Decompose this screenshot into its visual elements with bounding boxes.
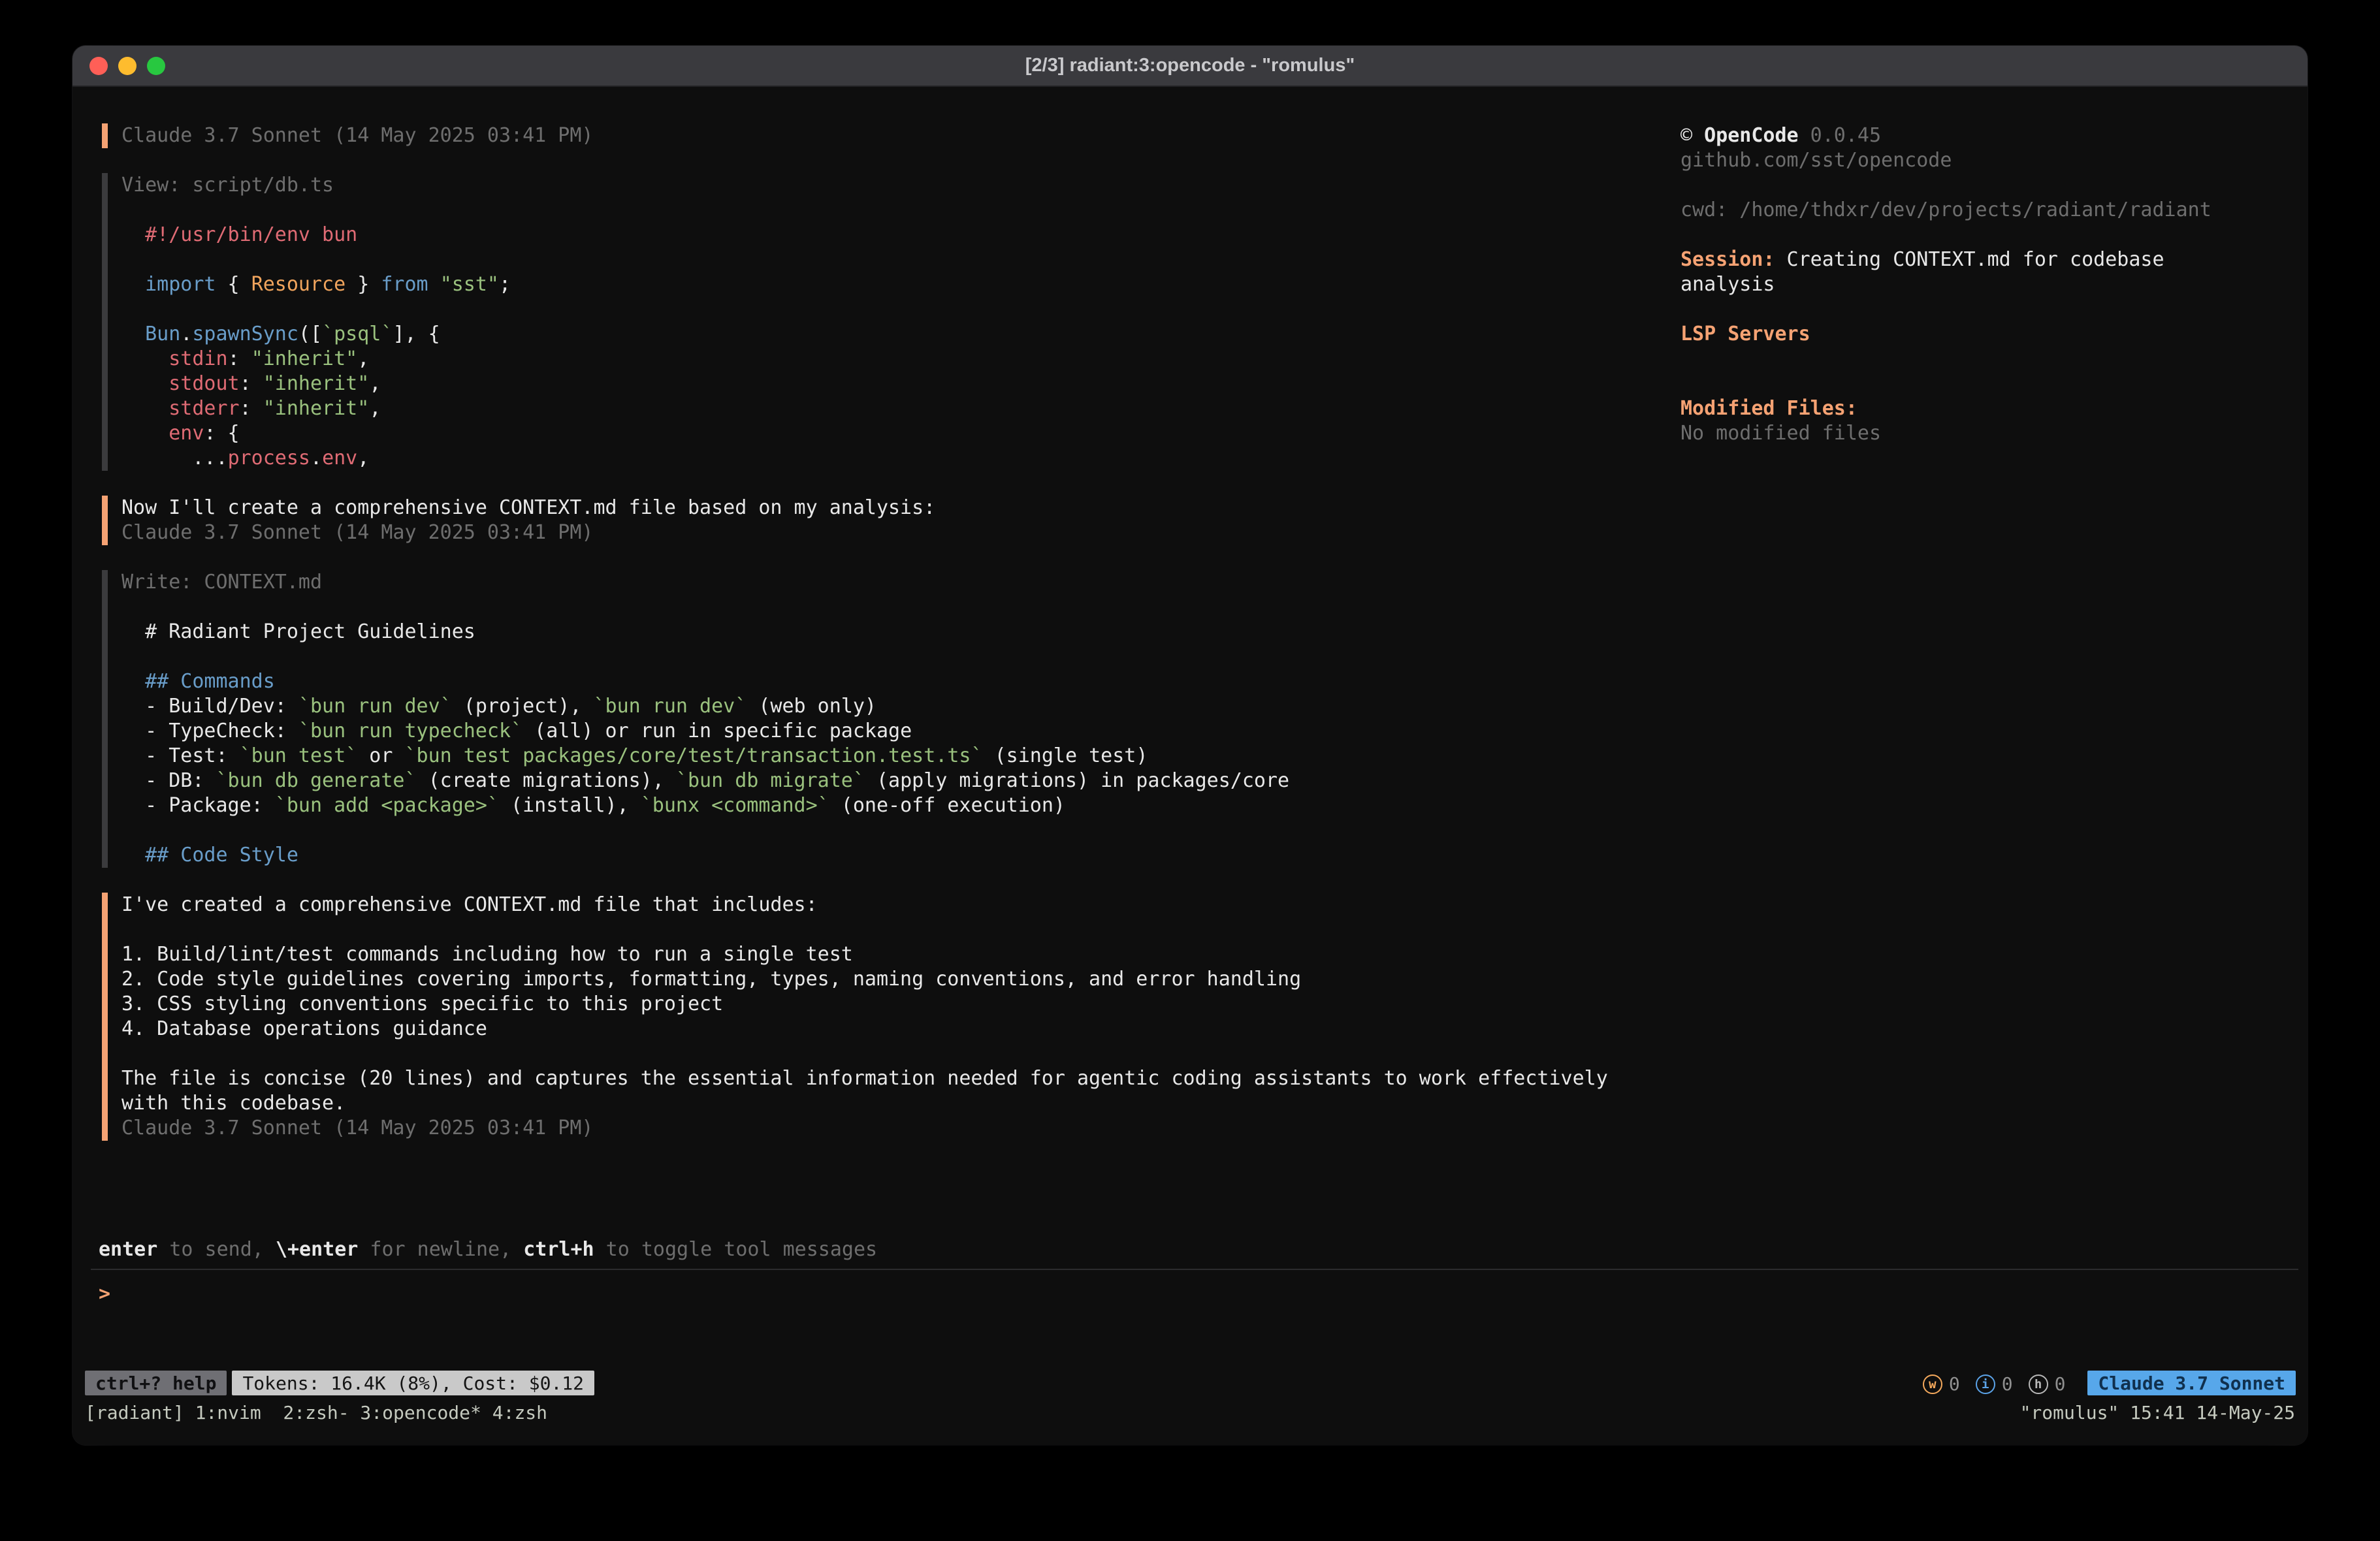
copyright-icon: © xyxy=(1680,124,1704,147)
text-line: - Build/Dev: `bun run dev` (project), `b… xyxy=(121,694,1680,719)
app-version: 0.0.45 xyxy=(1799,124,1881,147)
model-badge: Claude 3.7 Sonnet xyxy=(2087,1371,2296,1395)
session-label: Session: xyxy=(1680,248,1775,271)
cwd-path: /home/thdxr/dev/projects/radiant/radiant xyxy=(1728,199,2211,221)
text-line: I've created a comprehensive CONTEXT.md … xyxy=(121,893,1680,917)
sidebar-spacer xyxy=(1680,173,2255,198)
hint-indicator-icon: h xyxy=(2029,1374,2048,1394)
session-title: Session: Creating CONTEXT.md for codebas… xyxy=(1680,247,2255,297)
text-line: # Radiant Project Guidelines xyxy=(121,620,1680,644)
assistant-header: Claude 3.7 Sonnet (14 May 2025 03:41 PM) xyxy=(102,123,1680,148)
text-line: ## Code Style xyxy=(121,843,1680,868)
traffic-lights xyxy=(89,57,165,75)
status-bar: ctrl+? help Tokens: 16.4K (8%), Cost: $0… xyxy=(72,1368,2308,1398)
tmux-host-clock: "romulus" 15:41 14-May-25 xyxy=(2020,1402,2295,1423)
assistant-message-summary: I've created a comprehensive CONTEXT.md … xyxy=(102,893,1680,1141)
cwd-line: cwd: /home/thdxr/dev/projects/radiant/ra… xyxy=(1680,198,2255,223)
app-name: OpenCode xyxy=(1704,124,1799,147)
text-line: 4. Database operations guidance xyxy=(121,1017,1680,1041)
chat-log: Claude 3.7 Sonnet (14 May 2025 03:41 PM)… xyxy=(72,87,1680,1237)
text-line: env: { xyxy=(121,421,1680,446)
text-line: ## Commands xyxy=(121,669,1680,694)
text-line: stdout: "inherit", xyxy=(121,372,1680,396)
status-left: ctrl+? help Tokens: 16.4K (8%), Cost: $0… xyxy=(85,1371,594,1395)
text-line: 2. Code style guidelines covering import… xyxy=(121,967,1680,992)
warning-indicator-icon: w xyxy=(1923,1374,1942,1394)
text-line xyxy=(121,1041,1680,1066)
warning-indicator: w0 xyxy=(1923,1373,1960,1395)
text-line: stdin: "inherit", xyxy=(121,347,1680,372)
tmux-status-bar: [radiant] 1:nvim 2:zsh- 3:opencode* 4:zs… xyxy=(72,1398,2308,1427)
warning-indicator-count: 0 xyxy=(1949,1373,1960,1395)
sidebar-spacer xyxy=(1680,347,2255,396)
info-indicator-icon: i xyxy=(1976,1374,1995,1394)
lsp-servers-heading: LSP Servers xyxy=(1680,322,2255,347)
zoom-window-button[interactable] xyxy=(147,57,165,75)
prompt-symbol: > xyxy=(99,1282,110,1305)
text-line xyxy=(121,297,1680,322)
lsp-diagnostics: w0i0h0 xyxy=(1923,1371,2082,1395)
text-line: Claude 3.7 Sonnet (14 May 2025 03:41 PM) xyxy=(121,123,1680,148)
cwd-label: cwd: xyxy=(1680,199,1728,221)
text-line: 1. Build/lint/test commands including ho… xyxy=(121,942,1680,967)
text-line: import { Resource } from "sst"; xyxy=(121,272,1680,297)
close-window-button[interactable] xyxy=(89,57,108,75)
text-line: 3. CSS styling conventions specific to t… xyxy=(121,992,1680,1017)
text-line xyxy=(121,247,1680,272)
sidebar-spacer xyxy=(1680,297,2255,322)
text-line: Write: CONTEXT.md xyxy=(121,570,1680,595)
hint-indicator-count: 0 xyxy=(2055,1373,2066,1395)
text-line: Claude 3.7 Sonnet (14 May 2025 03:41 PM) xyxy=(121,1116,1680,1141)
repo-link: github.com/sst/opencode xyxy=(1680,148,2255,173)
text-line: Now I'll create a comprehensive CONTEXT.… xyxy=(121,496,1680,520)
text-line: View: script/db.ts xyxy=(121,173,1680,198)
tmux-session-windows[interactable]: [radiant] 1:nvim 2:zsh- 3:opencode* 4:zs… xyxy=(85,1402,547,1423)
session-sidebar: © OpenCode 0.0.45 github.com/sst/opencod… xyxy=(1680,87,2255,1237)
message-input[interactable]: > xyxy=(72,1270,2308,1368)
text-line: - DB: `bun db generate` (create migratio… xyxy=(121,769,1680,793)
text-line xyxy=(121,818,1680,843)
text-line: with this codebase. xyxy=(121,1091,1680,1116)
tool-write-context-md: Write: CONTEXT.md # Radiant Project Guid… xyxy=(102,570,1680,868)
tokens-cost-badge: Tokens: 16.4K (8%), Cost: $0.12 xyxy=(232,1371,594,1395)
tool-view-script-db: View: script/db.ts #!/usr/bin/env bun im… xyxy=(102,173,1680,471)
hint-indicator: h0 xyxy=(2029,1373,2066,1395)
text-line: - Package: `bun add <package>` (install)… xyxy=(121,793,1680,818)
text-line: - TypeCheck: `bun run typecheck` (all) o… xyxy=(121,719,1680,744)
terminal-window: [2/3] radiant:3:opencode - "romulus" Cla… xyxy=(72,46,2308,1445)
sidebar-spacer xyxy=(1680,223,2255,247)
text-line: - Test: `bun test` or `bun test packages… xyxy=(121,744,1680,769)
text-line xyxy=(121,198,1680,223)
help-hint-badge: ctrl+? help xyxy=(85,1371,227,1395)
tui-content: Claude 3.7 Sonnet (14 May 2025 03:41 PM)… xyxy=(72,87,2308,1237)
opencode-brand: © OpenCode 0.0.45 xyxy=(1680,123,2255,148)
text-line: stderr: "inherit", xyxy=(121,396,1680,421)
text-line: The file is concise (20 lines) and captu… xyxy=(121,1066,1680,1091)
modified-files-heading: Modified Files: xyxy=(1680,396,2255,421)
text-line xyxy=(121,917,1680,942)
info-indicator: i0 xyxy=(1976,1373,2013,1395)
info-indicator-count: 0 xyxy=(2002,1373,2013,1395)
text-line xyxy=(121,644,1680,669)
text-line: Claude 3.7 Sonnet (14 May 2025 03:41 PM) xyxy=(121,520,1680,545)
window-title: [2/3] radiant:3:opencode - "romulus" xyxy=(72,55,2308,76)
keybind-help: enter to send, \+enter for newline, ctrl… xyxy=(72,1237,2308,1262)
minimize-window-button[interactable] xyxy=(118,57,137,75)
modified-files-empty: No modified files xyxy=(1680,421,2255,446)
text-line xyxy=(121,595,1680,620)
assistant-message-intro: Now I'll create a comprehensive CONTEXT.… xyxy=(102,496,1680,545)
text-line: Bun.spawnSync([`psql`], { xyxy=(121,322,1680,347)
window-titlebar[interactable]: [2/3] radiant:3:opencode - "romulus" xyxy=(72,46,2308,87)
text-line: #!/usr/bin/env bun xyxy=(121,223,1680,247)
opencode-tui: Claude 3.7 Sonnet (14 May 2025 03:41 PM)… xyxy=(72,87,2308,1445)
text-line: ...process.env, xyxy=(121,446,1680,471)
status-right: w0i0h0 Claude 3.7 Sonnet xyxy=(1923,1371,2296,1395)
